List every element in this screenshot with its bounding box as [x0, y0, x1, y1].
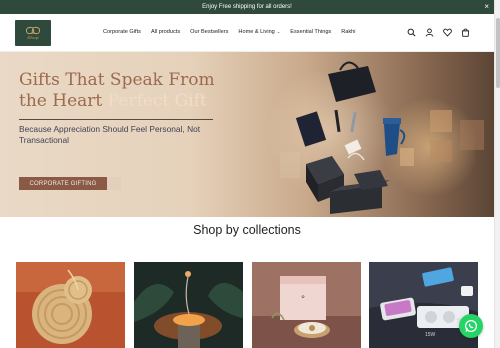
corporate-gifting-button[interactable]: CORPORATE GIFTING: [19, 177, 107, 190]
bow-icon: [26, 27, 40, 33]
hero-banner[interactable]: Gifts That Speak From the Heart Perfect …: [0, 52, 494, 217]
nav-item-our-bestsellers[interactable]: Our Bestsellers: [190, 29, 228, 35]
logo-text: Shop: [27, 34, 39, 40]
hero-divider: [19, 119, 213, 120]
hero-title-accent: Perfect Gift: [107, 91, 207, 111]
hero-title-line2: the Heart: [19, 91, 103, 111]
candle-image: ✿: [252, 262, 361, 348]
site-header: Shop Corporate Gifts All products Our Be…: [0, 14, 494, 52]
nav-item-rakhi[interactable]: Rakhi: [341, 29, 355, 35]
charger-image: 15W 5W: [369, 262, 478, 348]
hero-title: Gifts That Speak From the Heart Perfect …: [19, 70, 249, 112]
scrollbar-thumb[interactable]: [496, 18, 500, 88]
chevron-down-icon: ⌄: [275, 29, 281, 34]
announcement-text: Enjoy Free shipping for all orders!: [202, 4, 292, 10]
nav-item-home-living-label: Home & Living: [238, 29, 275, 35]
lamp-image: [134, 262, 243, 348]
close-icon[interactable]: ×: [484, 2, 489, 12]
account-icon[interactable]: [425, 28, 434, 37]
main-nav: Corporate Gifts All products Our Bestsel…: [103, 29, 356, 35]
hero-subtitle: Because Appreciation Should Feel Persona…: [19, 124, 201, 145]
nav-item-all-products[interactable]: All products: [151, 29, 180, 35]
nav-item-essential-things[interactable]: Essential Things: [290, 29, 331, 35]
collection-card-coasters[interactable]: [16, 262, 125, 348]
wishlist-icon[interactable]: [443, 28, 452, 37]
brand-logo[interactable]: Shop: [15, 20, 51, 46]
header-icons: [407, 28, 470, 37]
announcement-bar: Enjoy Free shipping for all orders! ×: [0, 0, 494, 14]
search-icon[interactable]: [407, 28, 416, 37]
collection-card-lamp[interactable]: [134, 262, 243, 348]
collections-title: Shop by collections: [193, 223, 301, 237]
coaster-image: [16, 262, 125, 348]
whatsapp-button[interactable]: [459, 314, 483, 338]
hero-title-line1: Gifts That Speak From: [19, 70, 215, 90]
svg-text:15W: 15W: [425, 332, 436, 338]
page-scrollbar[interactable]: [494, 0, 500, 348]
collection-card-chargers[interactable]: 15W 5W: [369, 262, 478, 348]
nav-item-corporate-gifts[interactable]: Corporate Gifts: [103, 29, 141, 35]
whatsapp-icon: [464, 319, 478, 333]
hero-gift-illustration: [280, 61, 484, 214]
collection-card-candle[interactable]: ✿: [252, 262, 361, 348]
hero-button-accent: [107, 177, 121, 190]
nav-item-home-living[interactable]: Home & Living ⌄: [238, 29, 280, 35]
cart-icon[interactable]: [461, 28, 470, 37]
